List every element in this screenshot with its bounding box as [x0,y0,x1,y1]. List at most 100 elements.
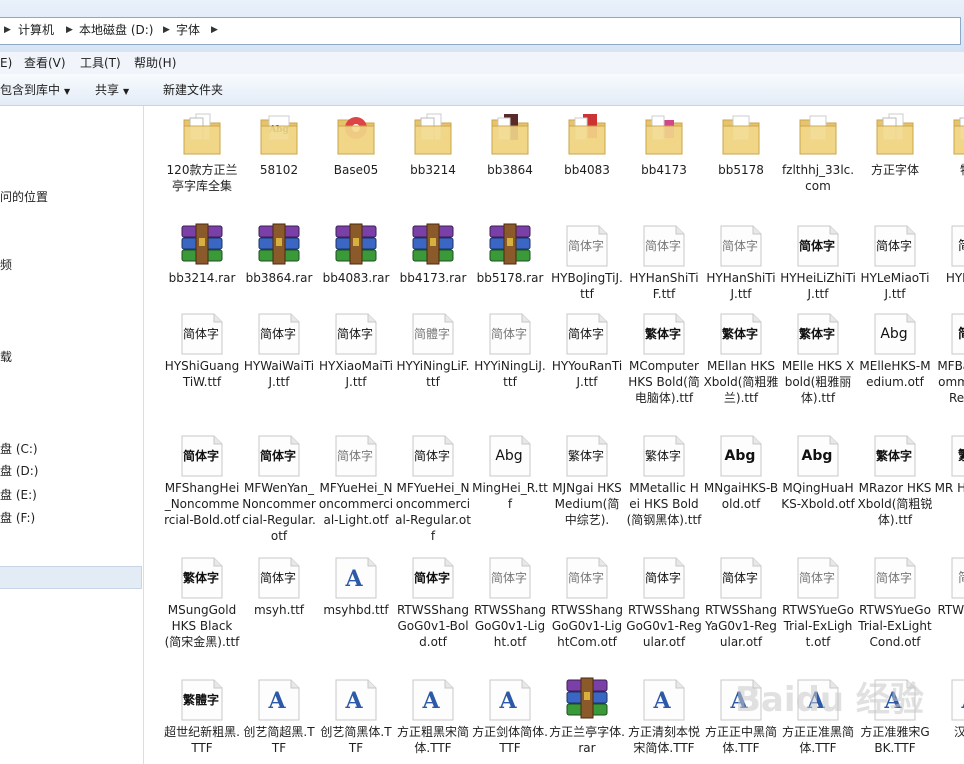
menu-tools[interactable]: 工具(T) [80,55,121,71]
menu-edit[interactable]: E) [0,55,12,71]
nav-item[interactable]: 盘 (C:) [0,440,38,458]
folder-item[interactable]: 120款方正兰亭字库全集 [164,110,240,220]
font-file-item[interactable]: 简体字 RTWSYueGoTrial-ExLight.otf [780,552,856,662]
font-file-icon: A [948,674,964,722]
font-file-item[interactable]: 简体字 HYWaiWaiTiJ.ttf [241,308,317,418]
font-file-item[interactable]: 简体字 RTWSYueGoTrial-ExLightCond.otf [857,552,933,662]
font-file-item[interactable]: A 创艺简超黑.TTF [241,674,317,764]
new-folder-button[interactable]: 新建文件夹 [163,82,223,98]
font-file-icon: Abg [717,430,765,478]
font-file-item[interactable]: Abg MElleHKS-Medium.otf [857,308,933,418]
svg-text:繁体字: 繁体字 [799,326,835,341]
nav-item[interactable]: 载 [0,348,12,366]
font-file-item[interactable]: 简体字 RTWSShangGoG0v1-LightCom.otf [549,552,625,662]
font-file-item[interactable]: 简体字 msyh.ttf [241,552,317,662]
font-file-item[interactable]: 简体字 HYYiNingLiJ.ttf [472,308,548,418]
svg-text:A: A [960,688,964,714]
svg-text:简体字: 简体字 [876,238,912,253]
font-file-item[interactable]: 简體字 HYYiNingLiF.ttf [395,308,471,418]
svg-text:简体字: 简体字 [568,238,604,253]
folder-item[interactable]: bb4083 [549,110,625,220]
font-file-item[interactable]: 简体 MFBa_Noncommercial-Regular [934,308,964,418]
menu-help[interactable]: 帮助(H) [134,55,176,71]
svg-text:简体字: 简体字 [183,326,219,341]
menu-view[interactable]: 查看(V) [24,55,66,71]
font-file-item[interactable]: Amsyhbd.ttf [318,552,394,662]
font-file-item[interactable]: 简体字 RTWSShangYaG0v1-Regular.otf [703,552,779,662]
font-file-item[interactable]: 简体字 RTWSShangGoG0v1-Light.otf [472,552,548,662]
breadcrumb-computer[interactable]: 计算机 [18,22,54,38]
file-name-label: HYXiaoMaiTiJ.ttf [319,359,393,389]
font-file-item[interactable]: 简体 RTW GoTr ght [934,552,964,662]
file-name-label: HYYouRanTiJ.ttf [551,359,623,389]
file-name-label: MMetallic Hei HKS Bold(简钢黑体).ttf [626,481,702,527]
font-file-item[interactable]: 简体字 HYYouRanTiJ.ttf [549,308,625,418]
font-file-item[interactable]: 简体字 RTWSShangGoG0v1-Regular.otf [626,552,702,662]
font-file-item[interactable]: 简体字 MFYueHei_Noncommercial-Regular.otf [395,430,471,543]
file-name-label: 方正粗黑宋简体.TTF [396,725,469,755]
font-file-item[interactable]: 简体字 HYShiGuangTiW.ttf [164,308,240,418]
font-file-item[interactable]: 繁体 MR HKS 简石 [934,430,964,540]
folder-item[interactable]: Base05 [318,110,394,220]
folder-icon [563,110,611,158]
nav-item[interactable]: 问的位置 [0,188,48,206]
font-file-icon: 简体字 [563,552,611,600]
font-file-item[interactable]: 繁体字 MElle HKS Xbold(粗雅丽体).ttf [780,308,856,418]
file-name-label: MFShangHei_Noncommercial-Bold.otf [164,481,240,527]
breadcrumb-fonts[interactable]: 字体 [176,22,200,38]
font-file-item[interactable]: 简体字 HYXiaoMaiTiJ.ttf [318,308,394,418]
folder-item[interactable]: 方正字体 [857,110,933,220]
font-file-item[interactable]: Abg MingHei_R.ttf [472,430,548,540]
font-file-item[interactable]: 简体字 MFWenYan_Noncommercial-Regular.otf [241,430,317,543]
font-file-item[interactable]: 繁体字 MEllan HKS Xbold(简粗雅兰).ttf [703,308,779,418]
breadcrumb-separator: ▶ [4,25,11,35]
font-file-item[interactable]: Abg MQingHuaHKS-Xbold.otf [780,430,856,540]
nav-item[interactable]: 频 [0,256,12,274]
font-file-item[interactable]: A 创艺简黑体.TTF [318,674,394,764]
include-in-library-button[interactable]: 包含到库中 ▼ [0,82,70,98]
share-button[interactable]: 共享 ▼ [95,82,129,98]
font-file-item[interactable]: 繁体字 MMetallic Hei HKS Bold(简钢黑体).ttf [626,430,702,540]
file-name-label: RTWSShangYaG0v1-Regular.otf [704,603,778,649]
file-name-label: msyh.ttf [253,603,305,617]
svg-text:简体: 简体 [958,326,964,342]
font-file-item[interactable]: A 汉鼎简 [934,674,964,764]
folder-item[interactable]: bb3214 [395,110,471,220]
nav-item[interactable]: 盘 (F:) [0,509,35,527]
svg-text:繁体字: 繁体字 [183,570,219,585]
archive-file-item[interactable]: 方正兰亭字体.rar [549,674,625,764]
file-name-label: 创艺简超黑.TTF [243,725,315,755]
navigation-pane: 问的位置频载盘 (C:) 盘 (D:) 盘 (E:) 盘 (F:) [0,106,144,764]
svg-text:A: A [267,688,286,714]
folder-item[interactable]: bb4173 [626,110,702,220]
file-name-label: bb3864 [487,163,533,177]
folder-item[interactable]: bb5178 [703,110,779,220]
breadcrumb-drive-d[interactable]: 本地磁盘 (D:) [79,22,153,38]
font-file-item[interactable]: A 方正粗黑宋简体.TTF [395,674,471,764]
font-file-item[interactable]: 简体字 RTWSShangGoG0v1-Bold.otf [395,552,471,662]
svg-text:繁体字: 繁体字 [645,448,681,463]
font-file-item[interactable]: 繁体字 MJNgai HKS Medium(简中综艺). [549,430,625,540]
winrar-archive-icon [178,220,226,268]
font-file-icon: Abg [486,430,534,478]
font-file-icon: A [332,674,380,722]
svg-text:简体字: 简体字 [645,238,681,253]
font-file-item[interactable]: A 方正清刻本悦宋简体.TTF [626,674,702,764]
font-file-item[interactable]: 繁体字 MComputer HKS Bold(简电脑体).ttf [626,308,702,418]
nav-item[interactable]: 盘 (E:) [0,486,37,504]
folder-item[interactable]: fzlthhj_33lc.com [780,110,856,220]
nav-item[interactable]: 盘 (D:) [0,462,38,480]
font-file-item[interactable]: 繁体字 MSungGold HKS Black(简宋金黑).ttf [164,552,240,662]
folder-item[interactable]: bb3864 [472,110,548,220]
font-file-item[interactable]: 简体字 MFShangHei_Noncommercial-Bold.otf [164,430,240,540]
font-file-item[interactable]: 繁体字 MRazor HKS Xbold(简粗锐体).ttf [857,430,933,540]
svg-text:繁体字: 繁体字 [568,448,604,463]
font-file-item[interactable]: 简体字 MFYueHei_Noncommercial-Light.otf [318,430,394,540]
file-name-label: bb4173.rar [399,271,467,285]
folder-item[interactable]: Abg 58102 [241,110,317,220]
font-file-item[interactable]: Abg MNgaiHKS-Bold.otf [703,430,779,540]
folder-item[interactable]: 特殊 [934,110,964,220]
svg-text:Abg: Abg [802,448,833,464]
font-file-item[interactable]: 繁體字 超世纪新粗黑.TTF [164,674,240,764]
font-file-item[interactable]: A 方正剑体简体.TTF [472,674,548,764]
